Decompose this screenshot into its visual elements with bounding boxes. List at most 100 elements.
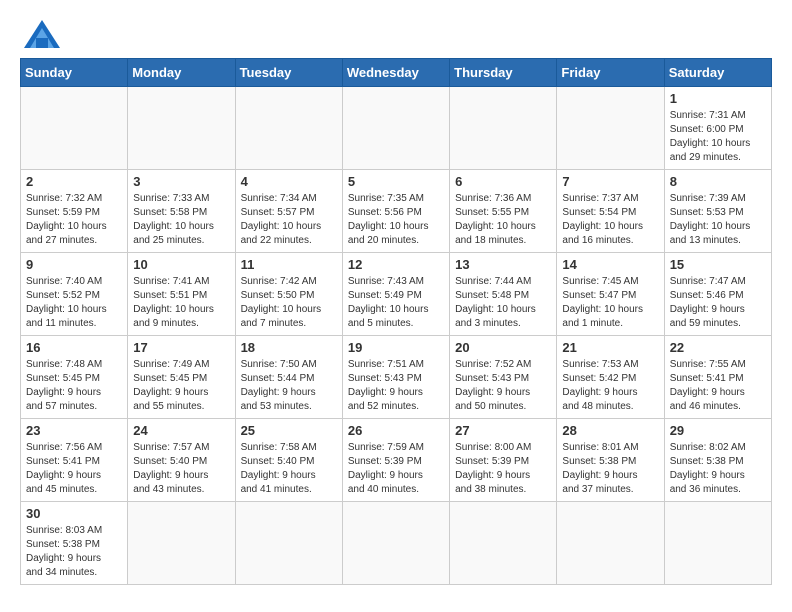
day-cell: 30 Sunrise: 8:03 AM Sunset: 5:38 PM Dayli… (21, 502, 128, 585)
week-row-1: 2 Sunrise: 7:32 AM Sunset: 5:59 PM Daylig… (21, 170, 772, 253)
day-number: 22 (670, 340, 766, 355)
day-number: 10 (133, 257, 229, 272)
day-info: Sunrise: 7:40 AM Sunset: 5:52 PM Dayligh… (26, 275, 122, 331)
day-cell: 9Sunrise: 7:40 AM Sunset: 5:52 PM Daylig… (21, 253, 128, 336)
day-info: Sunrise: 7:48 AM Sunset: 5:45 PM Dayligh… (26, 358, 122, 414)
week-row-0: 1 Sunrise: 7:31 AM Sunset: 6:00 PM Daylig… (21, 87, 772, 170)
day-cell: 25 Sunrise: 7:58 AM Sunset: 5:40 PM Dayli… (235, 419, 342, 502)
day-cell (342, 87, 449, 170)
week-row-2: 9Sunrise: 7:40 AM Sunset: 5:52 PM Daylig… (21, 253, 772, 336)
day-cell (21, 87, 128, 170)
day-number: 15 (670, 257, 766, 272)
logo-icon (24, 20, 60, 48)
day-number: 6 (455, 174, 551, 189)
day-number: 28 (562, 423, 658, 438)
day-number: 26 (348, 423, 444, 438)
week-row-5: 30 Sunrise: 8:03 AM Sunset: 5:38 PM Dayli… (21, 502, 772, 585)
day-info: Sunrise: 7:47 AM Sunset: 5:46 PM Dayligh… (670, 275, 766, 331)
day-cell (557, 502, 664, 585)
day-cell: 19Sunrise: 7:51 AM Sunset: 5:43 PM Dayli… (342, 336, 449, 419)
day-number: 25 (241, 423, 337, 438)
day-number: 1 (670, 91, 766, 106)
day-info: Sunrise: 7:35 AM Sunset: 5:56 PM Dayligh… (348, 192, 444, 248)
day-info: Sunrise: 7:58 AM Sunset: 5:40 PM Dayligh… (241, 441, 337, 497)
day-cell: 1 Sunrise: 7:31 AM Sunset: 6:00 PM Daylig… (664, 87, 771, 170)
day-cell (557, 87, 664, 170)
weekday-header-sunday: Sunday (21, 59, 128, 87)
day-info: Sunrise: 7:37 AM Sunset: 5:54 PM Dayligh… (562, 192, 658, 248)
day-cell (235, 87, 342, 170)
day-info: Sunrise: 8:03 AM Sunset: 5:38 PM Dayligh… (26, 524, 122, 580)
day-number: 14 (562, 257, 658, 272)
day-cell (450, 87, 557, 170)
day-info: Sunrise: 7:50 AM Sunset: 5:44 PM Dayligh… (241, 358, 337, 414)
day-cell: 11 Sunrise: 7:42 AM Sunset: 5:50 PM Dayli… (235, 253, 342, 336)
day-number: 29 (670, 423, 766, 438)
day-number: 16 (26, 340, 122, 355)
day-cell: 22 Sunrise: 7:55 AM Sunset: 5:41 PM Dayli… (664, 336, 771, 419)
day-cell: 16 Sunrise: 7:48 AM Sunset: 5:45 PM Dayli… (21, 336, 128, 419)
day-cell: 2 Sunrise: 7:32 AM Sunset: 5:59 PM Daylig… (21, 170, 128, 253)
day-cell: 13 Sunrise: 7:44 AM Sunset: 5:48 PM Dayli… (450, 253, 557, 336)
day-cell: 26 Sunrise: 7:59 AM Sunset: 5:39 PM Dayli… (342, 419, 449, 502)
day-cell: 27 Sunrise: 8:00 AM Sunset: 5:39 PM Dayli… (450, 419, 557, 502)
calendar: SundayMondayTuesdayWednesdayThursdayFrid… (20, 58, 772, 585)
day-number: 30 (26, 506, 122, 521)
day-number: 11 (241, 257, 337, 272)
day-number: 17 (133, 340, 229, 355)
day-cell: 5 Sunrise: 7:35 AM Sunset: 5:56 PM Daylig… (342, 170, 449, 253)
day-info: Sunrise: 7:57 AM Sunset: 5:40 PM Dayligh… (133, 441, 229, 497)
weekday-header-monday: Monday (128, 59, 235, 87)
day-info: Sunrise: 7:55 AM Sunset: 5:41 PM Dayligh… (670, 358, 766, 414)
header (20, 20, 772, 48)
weekday-header-tuesday: Tuesday (235, 59, 342, 87)
day-cell: 12Sunrise: 7:43 AM Sunset: 5:49 PM Dayli… (342, 253, 449, 336)
day-info: Sunrise: 7:32 AM Sunset: 5:59 PM Dayligh… (26, 192, 122, 248)
day-cell: 15 Sunrise: 7:47 AM Sunset: 5:46 PM Dayli… (664, 253, 771, 336)
day-number: 20 (455, 340, 551, 355)
day-cell: 29 Sunrise: 8:02 AM Sunset: 5:38 PM Dayli… (664, 419, 771, 502)
week-row-4: 23 Sunrise: 7:56 AM Sunset: 5:41 PM Dayli… (21, 419, 772, 502)
day-cell: 14 Sunrise: 7:45 AM Sunset: 5:47 PM Dayli… (557, 253, 664, 336)
day-number: 8 (670, 174, 766, 189)
day-info: Sunrise: 7:51 AM Sunset: 5:43 PM Dayligh… (348, 358, 444, 414)
day-info: Sunrise: 8:00 AM Sunset: 5:39 PM Dayligh… (455, 441, 551, 497)
day-number: 4 (241, 174, 337, 189)
day-cell: 24 Sunrise: 7:57 AM Sunset: 5:40 PM Dayli… (128, 419, 235, 502)
day-cell (664, 502, 771, 585)
day-number: 27 (455, 423, 551, 438)
day-info: Sunrise: 7:31 AM Sunset: 6:00 PM Dayligh… (670, 109, 766, 165)
day-info: Sunrise: 8:02 AM Sunset: 5:38 PM Dayligh… (670, 441, 766, 497)
day-number: 3 (133, 174, 229, 189)
day-number: 5 (348, 174, 444, 189)
day-cell (128, 502, 235, 585)
day-cell (128, 87, 235, 170)
day-cell: 23 Sunrise: 7:56 AM Sunset: 5:41 PM Dayli… (21, 419, 128, 502)
day-info: Sunrise: 7:39 AM Sunset: 5:53 PM Dayligh… (670, 192, 766, 248)
day-cell: 3 Sunrise: 7:33 AM Sunset: 5:58 PM Daylig… (128, 170, 235, 253)
day-number: 13 (455, 257, 551, 272)
day-info: Sunrise: 7:53 AM Sunset: 5:42 PM Dayligh… (562, 358, 658, 414)
day-cell: 7 Sunrise: 7:37 AM Sunset: 5:54 PM Daylig… (557, 170, 664, 253)
day-cell: 18 Sunrise: 7:50 AM Sunset: 5:44 PM Dayli… (235, 336, 342, 419)
week-row-3: 16 Sunrise: 7:48 AM Sunset: 5:45 PM Dayli… (21, 336, 772, 419)
day-number: 18 (241, 340, 337, 355)
weekday-header-friday: Friday (557, 59, 664, 87)
day-info: Sunrise: 7:33 AM Sunset: 5:58 PM Dayligh… (133, 192, 229, 248)
weekday-header-row: SundayMondayTuesdayWednesdayThursdayFrid… (21, 59, 772, 87)
day-info: Sunrise: 7:44 AM Sunset: 5:48 PM Dayligh… (455, 275, 551, 331)
day-number: 23 (26, 423, 122, 438)
day-number: 2 (26, 174, 122, 189)
day-number: 24 (133, 423, 229, 438)
day-info: Sunrise: 8:01 AM Sunset: 5:38 PM Dayligh… (562, 441, 658, 497)
day-cell: 8 Sunrise: 7:39 AM Sunset: 5:53 PM Daylig… (664, 170, 771, 253)
day-cell: 21Sunrise: 7:53 AM Sunset: 5:42 PM Dayli… (557, 336, 664, 419)
day-info: Sunrise: 7:59 AM Sunset: 5:39 PM Dayligh… (348, 441, 444, 497)
day-cell: 4Sunrise: 7:34 AM Sunset: 5:57 PM Daylig… (235, 170, 342, 253)
day-info: Sunrise: 7:42 AM Sunset: 5:50 PM Dayligh… (241, 275, 337, 331)
day-info: Sunrise: 7:52 AM Sunset: 5:43 PM Dayligh… (455, 358, 551, 414)
day-number: 7 (562, 174, 658, 189)
page: SundayMondayTuesdayWednesdayThursdayFrid… (0, 0, 792, 612)
day-info: Sunrise: 7:56 AM Sunset: 5:41 PM Dayligh… (26, 441, 122, 497)
day-info: Sunrise: 7:45 AM Sunset: 5:47 PM Dayligh… (562, 275, 658, 331)
